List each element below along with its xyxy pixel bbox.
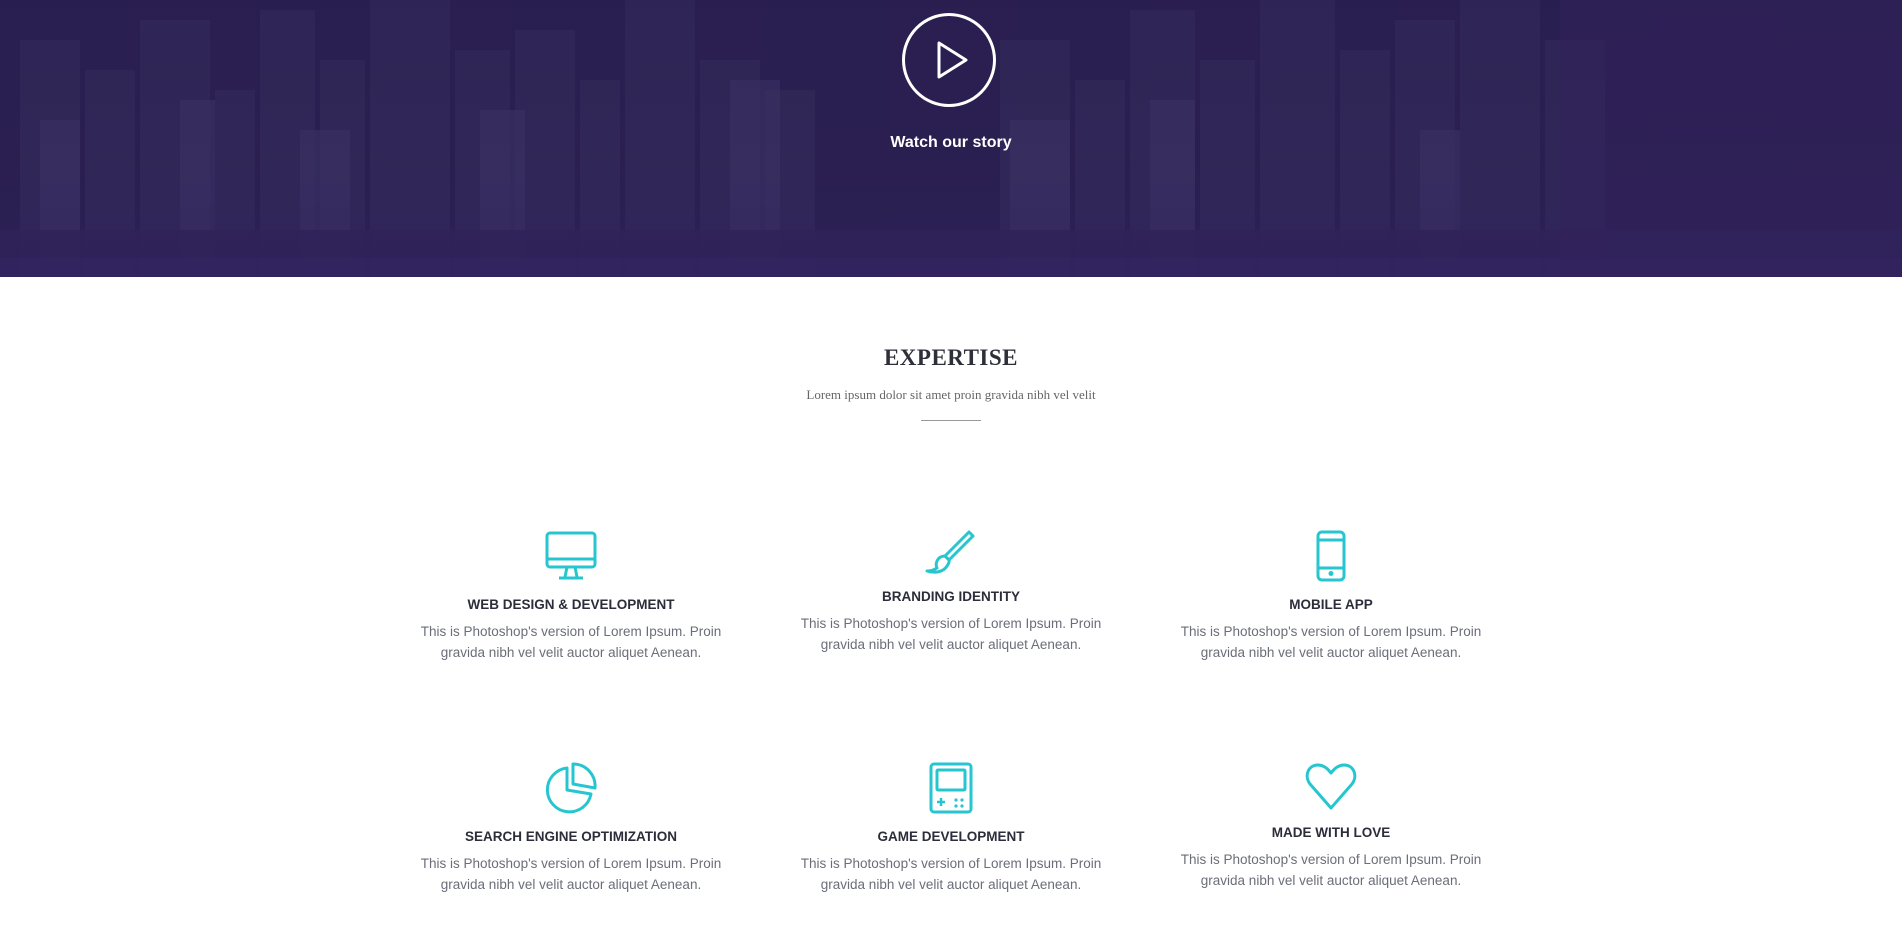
hero-banner: Watch our story [0, 0, 1902, 277]
card-title: SEARCH ENGINE OPTIMIZATION [464, 829, 677, 844]
service-card-branding: BRANDING IDENTITY This is Photoshop's ve… [786, 530, 1116, 655]
watch-story-label[interactable]: Watch our story [0, 134, 1902, 152]
smartphone-icon [1316, 530, 1346, 582]
play-video-button[interactable] [902, 13, 996, 107]
card-text: This is Photoshop's version of Lorem Ips… [420, 624, 722, 660]
card-title: MOBILE APP [1289, 597, 1373, 612]
heart-icon [1305, 763, 1357, 810]
card-text: This is Photoshop's version of Lorem Ips… [1180, 852, 1482, 888]
section-title: EXPERTISE [883, 345, 1019, 370]
card-text: This is Photoshop's version of Lorem Ips… [420, 856, 722, 892]
gameboy-icon [929, 762, 973, 814]
play-icon [937, 41, 968, 79]
brush-icon [925, 530, 975, 574]
card-title: BRANDING IDENTITY [882, 589, 1020, 604]
title-divider [921, 420, 981, 421]
monitor-icon [545, 531, 597, 580]
service-card-web-design: WEB DESIGN & DEVELOPMENT This is Photosh… [406, 530, 736, 663]
service-card-mobile-app: MOBILE APP This is Photoshop's version o… [1166, 530, 1496, 663]
card-title: WEB DESIGN & DEVELOPMENT [467, 597, 675, 612]
card-text: This is Photoshop's version of Lorem Ips… [1180, 624, 1482, 660]
section-subtitle: Lorem ipsum dolor sit amet proin gravida… [806, 387, 1096, 402]
service-card-game-dev: GAME DEVELOPMENT This is Photoshop's ver… [786, 762, 1116, 895]
card-title: MADE WITH LOVE [1271, 825, 1391, 840]
service-card-seo: SEARCH ENGINE OPTIMIZATION This is Photo… [406, 762, 736, 895]
card-text: This is Photoshop's version of Lorem Ips… [800, 856, 1102, 892]
card-title: GAME DEVELOPMENT [877, 829, 1025, 844]
card-text: This is Photoshop's version of Lorem Ips… [800, 616, 1102, 652]
pie-chart-icon [545, 762, 597, 814]
service-card-made-with-love: MADE WITH LOVE This is Photoshop's versi… [1166, 762, 1496, 891]
